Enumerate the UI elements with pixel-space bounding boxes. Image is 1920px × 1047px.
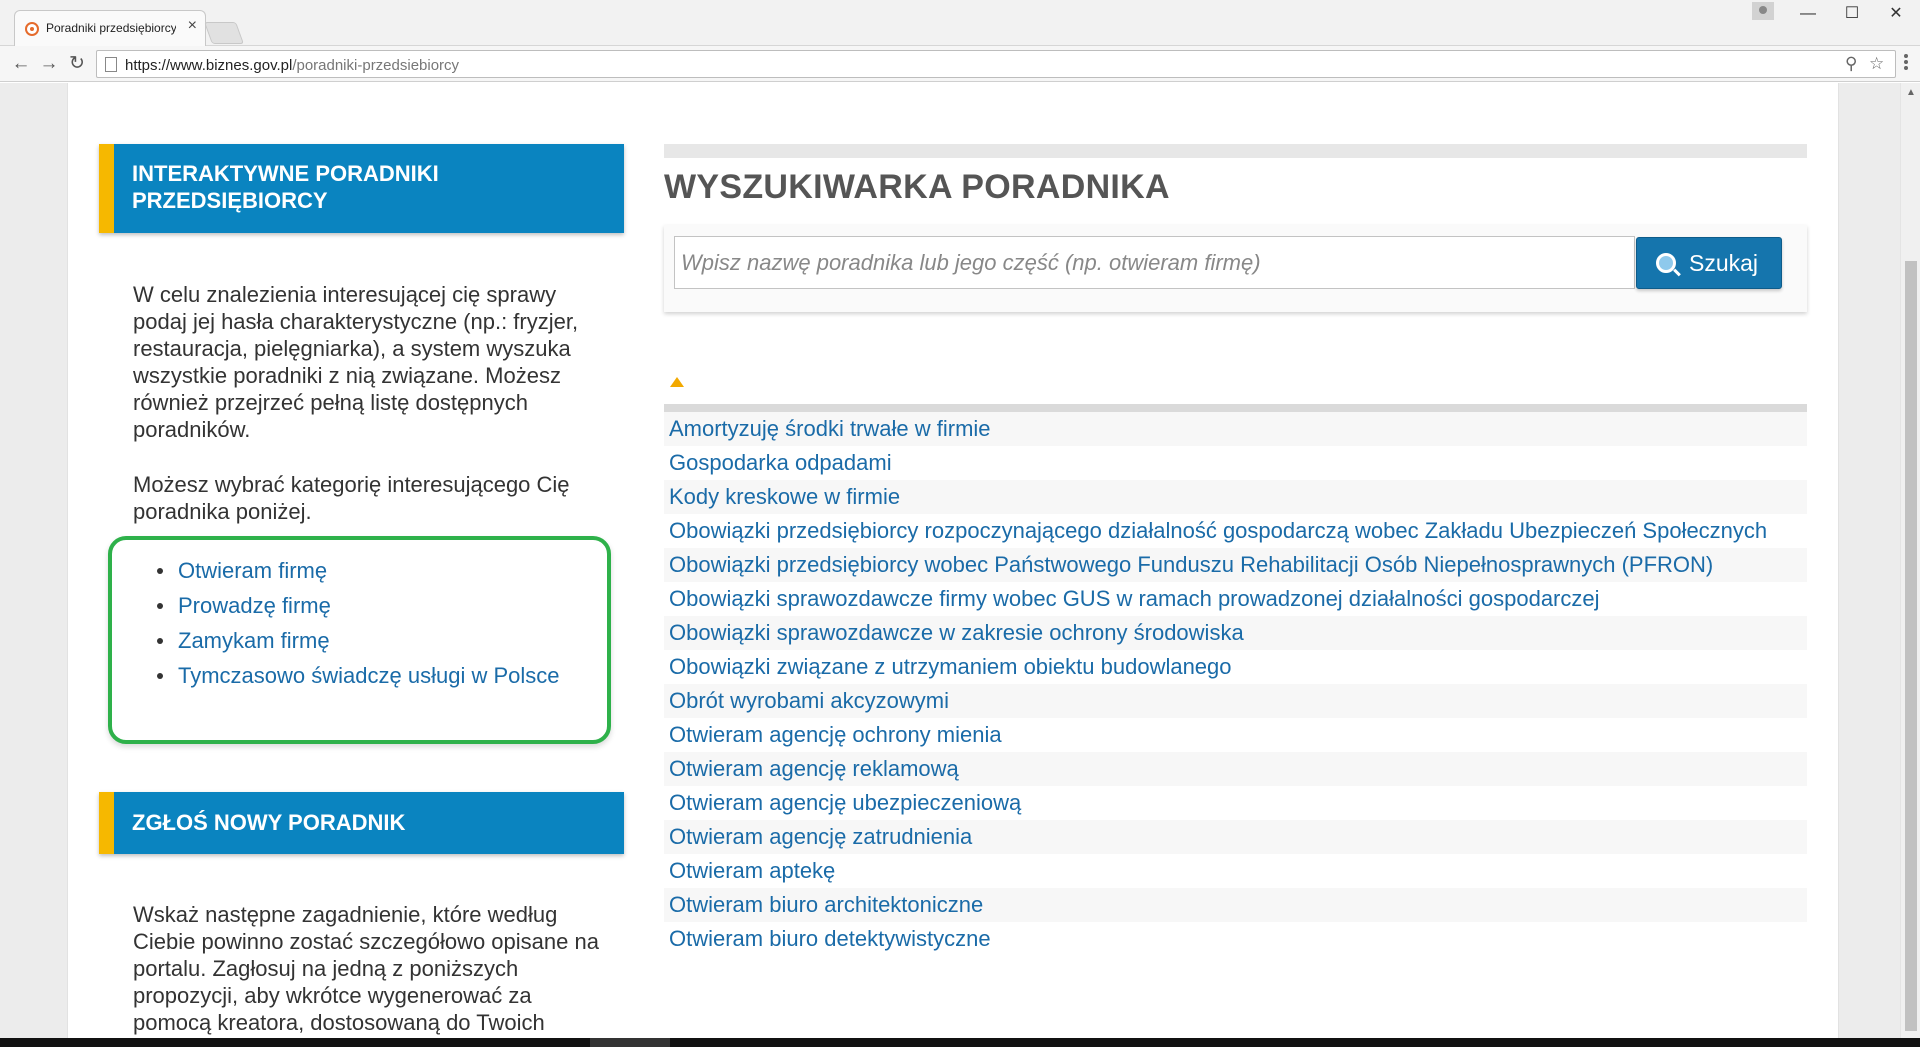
search-button[interactable]: Szukaj: [1636, 237, 1782, 289]
url-path: /poradniki-przedsiebiorcy: [292, 57, 460, 74]
tab-title: Poradniki przedsiębiorcy |: [46, 21, 176, 35]
category-link-close-company[interactable]: Zamykam firmę: [157, 627, 559, 662]
guide-link[interactable]: Otwieram agencję reklamową: [664, 752, 1807, 786]
category-link-run-company[interactable]: Prowadzę firmę: [157, 592, 559, 627]
guide-list-header-bar: [664, 404, 1807, 412]
address-bar[interactable]: https://www.biznes.gov.pl/poradniki-prze…: [96, 50, 1896, 78]
guide-link[interactable]: Otwieram aptekę: [664, 854, 1807, 888]
guide-link[interactable]: Gospodarka odpadami: [664, 446, 1807, 480]
new-tab-button[interactable]: [203, 22, 245, 44]
propose-guide-text: Wskaż następne zagadnienie, które według…: [133, 902, 599, 1035]
guide-link[interactable]: Obowiązki sprawozdawcze firmy wobec GUS …: [664, 582, 1807, 616]
forward-button[interactable]: →: [36, 52, 62, 76]
search-panel: Szukaj: [664, 225, 1807, 312]
taskbar-segment: [590, 1038, 670, 1047]
close-window-button[interactable]: ✕: [1874, 2, 1918, 28]
guide-link[interactable]: Obowiązki związane z utrzymaniem obiektu…: [664, 650, 1807, 684]
search-intro-text: W celu znalezienia interesującej cię spr…: [133, 282, 579, 442]
vertical-scrollbar[interactable]: ▲: [1900, 83, 1920, 1038]
magnifier-icon: [1656, 253, 1676, 273]
browser-toolbar: ← → ↻ https://www.biznes.gov.pl/poradnik…: [0, 46, 1920, 82]
propose-guide-header: ZGŁOŚ NOWY PORADNIK: [99, 792, 624, 854]
site-favicon-icon: [25, 22, 39, 36]
maximize-button[interactable]: ☐: [1830, 2, 1874, 28]
guide-link[interactable]: Otwieram agencję zatrudnienia: [664, 820, 1807, 854]
guide-list: Amortyzuję środki trwałe w firmie Gospod…: [664, 412, 1807, 956]
search-section-divider: [664, 144, 1807, 158]
scroll-up-arrow-icon[interactable]: ▲: [1906, 87, 1916, 98]
browser-tab-bar: Poradniki przedsiębiorcy | × — ☐ ✕: [0, 0, 1920, 46]
taskbar-strip: [0, 1038, 1920, 1047]
scrollbar-thumb[interactable]: [1905, 261, 1917, 1031]
search-input[interactable]: [674, 236, 1635, 289]
page-viewport: INTERAKTYWNE PORADNIKI PRZEDSIĘBIORCY W …: [0, 83, 1900, 1038]
guide-link[interactable]: Obowiązki przedsiębiorcy rozpoczynająceg…: [664, 514, 1807, 548]
category-link-temporary-services[interactable]: Tymczasowo świadczę usługi w Polsce: [157, 662, 559, 697]
category-intro-text: Możesz wybrać kategorię interesującego C…: [133, 472, 570, 524]
guide-link[interactable]: Otwieram agencję ubezpieczeniową: [664, 786, 1807, 820]
guide-link[interactable]: Obowiązki przedsiębiorcy wobec Państwowe…: [664, 548, 1807, 582]
sort-ascending-icon[interactable]: [670, 377, 684, 387]
tab-close-icon[interactable]: ×: [188, 17, 197, 35]
guide-link[interactable]: Kody kreskowe w firmie: [664, 480, 1807, 514]
zoom-icon[interactable]: ⚲: [1845, 54, 1857, 74]
url-host: https://www.biznes.gov.pl: [125, 57, 293, 74]
back-button[interactable]: ←: [8, 52, 34, 76]
bookmark-star-icon[interactable]: ☆: [1869, 54, 1884, 74]
browser-tab[interactable]: Poradniki przedsiębiorcy | ×: [14, 10, 206, 46]
url-text: https://www.biznes.gov.pl/poradniki-prze…: [125, 57, 459, 74]
user-profile-icon[interactable]: [1752, 2, 1774, 20]
category-link-open-company[interactable]: Otwieram firmę: [157, 557, 559, 592]
browser-menu-icon[interactable]: [1898, 52, 1914, 74]
search-button-label: Szukaj: [1689, 250, 1759, 276]
guide-link[interactable]: Otwieram biuro architektoniczne: [664, 888, 1807, 922]
guide-link[interactable]: Obrót wyrobami akcyzowymi: [664, 684, 1807, 718]
page-info-icon[interactable]: [105, 57, 117, 72]
guide-link[interactable]: Obowiązki sprawozdawcze w zakresie ochro…: [664, 616, 1807, 650]
interactive-guides-header: INTERAKTYWNE PORADNIKI PRZEDSIĘBIORCY: [99, 144, 624, 233]
category-list: Otwieram firmę Prowadzę firmę Zamykam fi…: [157, 557, 559, 697]
search-title: WYSZUKIWARKA PORADNIKA: [664, 168, 1170, 206]
reload-button[interactable]: ↻: [64, 52, 90, 76]
guide-link[interactable]: Otwieram agencję ochrony mienia: [664, 718, 1807, 752]
minimize-button[interactable]: —: [1786, 2, 1830, 28]
guide-link[interactable]: Amortyzuję środki trwałe w firmie: [664, 412, 1807, 446]
guide-link[interactable]: Otwieram biuro detektywistyczne: [664, 922, 1807, 956]
